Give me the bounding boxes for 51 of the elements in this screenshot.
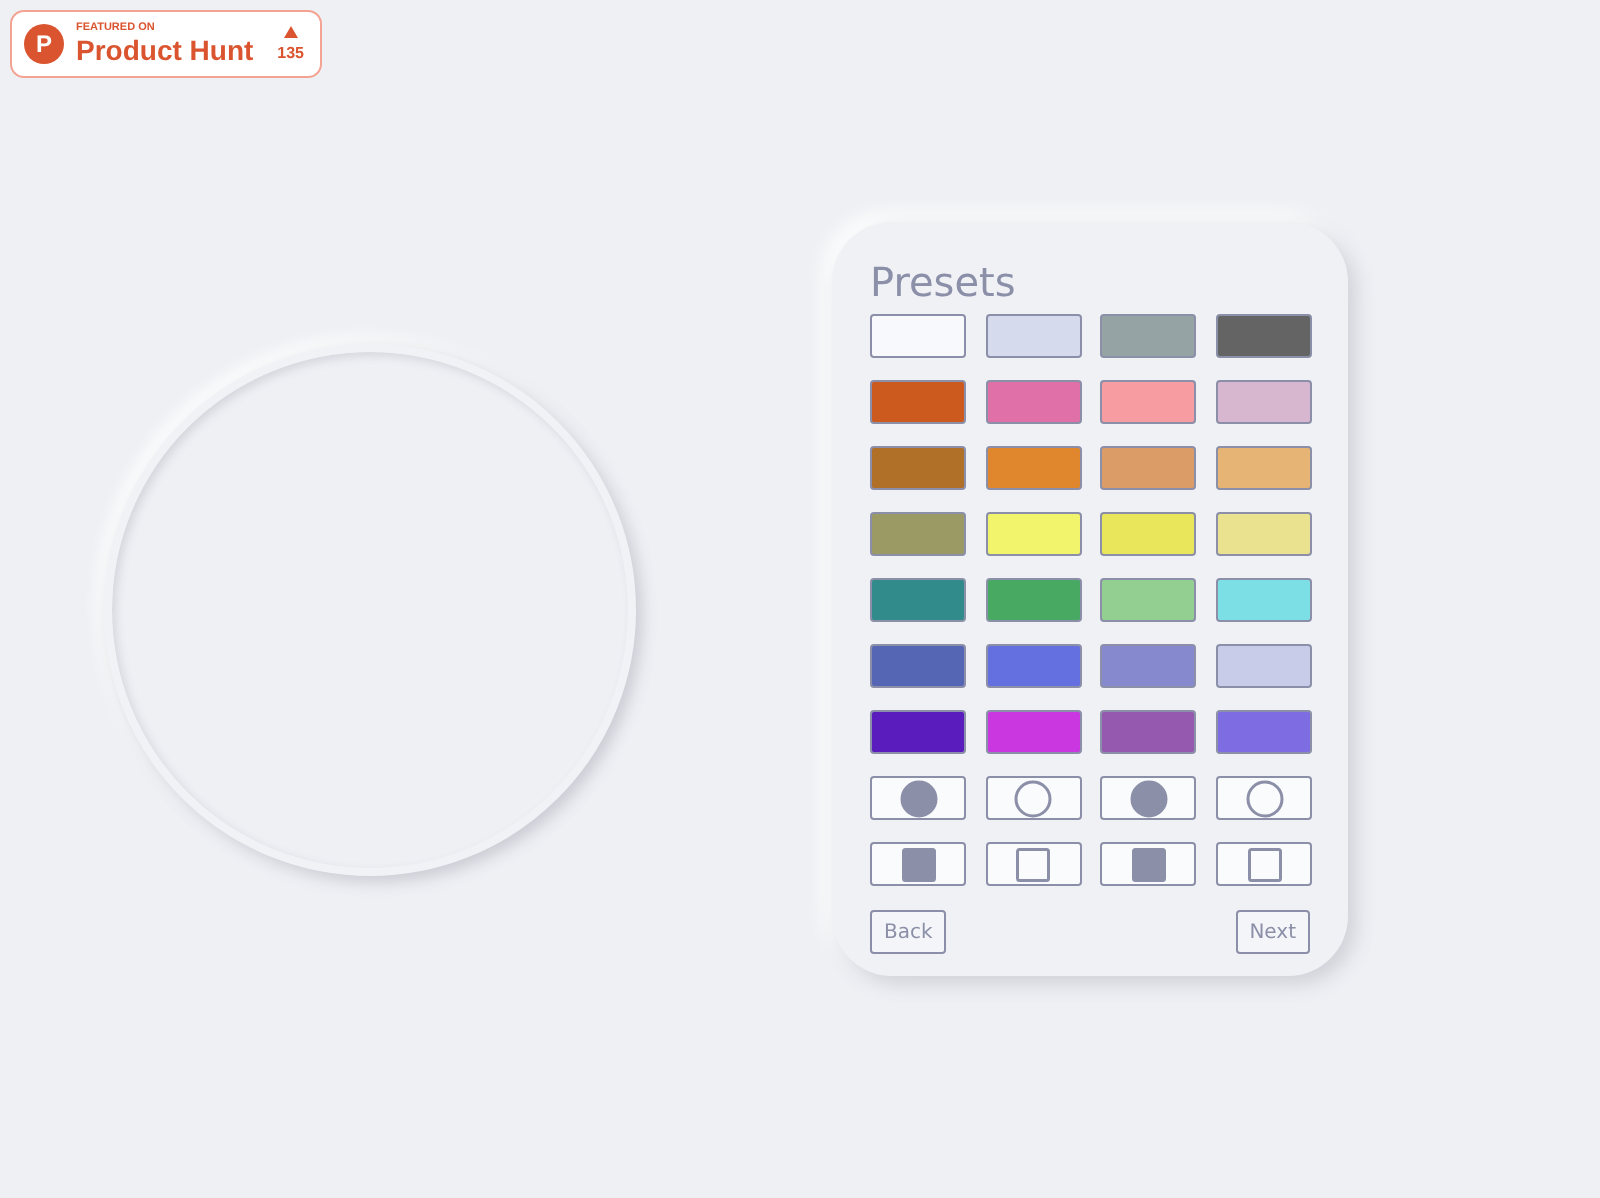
color-swatch[interactable] xyxy=(1216,710,1313,754)
square-icon xyxy=(1016,847,1051,881)
square-icon xyxy=(1131,847,1166,881)
back-button[interactable]: Back xyxy=(870,910,947,954)
square-icon xyxy=(901,847,935,881)
square-swatch[interactable] xyxy=(1100,842,1197,886)
color-swatch[interactable] xyxy=(985,512,1082,556)
color-swatch[interactable] xyxy=(1216,644,1313,688)
color-swatch[interactable] xyxy=(1216,314,1313,358)
vote-count: 135 xyxy=(277,44,304,62)
circle-swatch[interactable] xyxy=(1216,776,1313,820)
square-swatch[interactable] xyxy=(870,842,966,886)
square-swatch[interactable] xyxy=(1216,842,1313,886)
panel-title: Presets xyxy=(870,258,1018,306)
badge-title: Product Hunt xyxy=(76,35,256,64)
color-swatch[interactable] xyxy=(1216,578,1313,622)
color-swatch[interactable] xyxy=(870,512,966,556)
color-swatch[interactable] xyxy=(1100,710,1197,754)
color-swatch[interactable] xyxy=(870,314,966,358)
square-icon xyxy=(1247,847,1282,881)
circle-icon xyxy=(1014,779,1053,817)
color-swatch[interactable] xyxy=(1216,380,1313,424)
color-swatch[interactable] xyxy=(870,446,966,490)
color-swatch[interactable] xyxy=(985,578,1082,622)
logo-icon: P xyxy=(24,24,64,64)
circle-swatch[interactable] xyxy=(1100,776,1197,820)
color-swatch[interactable] xyxy=(1100,644,1197,688)
color-swatch[interactable] xyxy=(985,380,1082,424)
next-button[interactable]: Next xyxy=(1235,910,1310,954)
color-swatch[interactable] xyxy=(985,314,1082,358)
color-swatch[interactable] xyxy=(1100,314,1197,358)
square-swatch[interactable] xyxy=(985,842,1082,886)
upvote-icon xyxy=(283,26,298,38)
color-swatch[interactable] xyxy=(1100,512,1197,556)
color-swatch[interactable] xyxy=(870,644,966,688)
color-swatch[interactable] xyxy=(985,644,1082,688)
color-swatch[interactable] xyxy=(1216,512,1313,556)
circle-icon xyxy=(1245,779,1284,817)
circle-swatch[interactable] xyxy=(870,776,966,820)
color-swatch[interactable] xyxy=(870,380,966,424)
color-swatch[interactable] xyxy=(1100,578,1197,622)
color-swatch[interactable] xyxy=(985,710,1082,754)
circle-icon xyxy=(899,779,937,817)
color-swatch[interactable] xyxy=(870,710,966,754)
circle-icon xyxy=(1129,779,1168,817)
color-swatch[interactable] xyxy=(1216,446,1313,490)
circle-swatch[interactable] xyxy=(985,776,1082,820)
color-swatch[interactable] xyxy=(870,578,966,622)
color-swatch[interactable] xyxy=(1100,380,1197,424)
color-swatch[interactable] xyxy=(985,446,1082,490)
color-swatch[interactable] xyxy=(1100,446,1197,490)
